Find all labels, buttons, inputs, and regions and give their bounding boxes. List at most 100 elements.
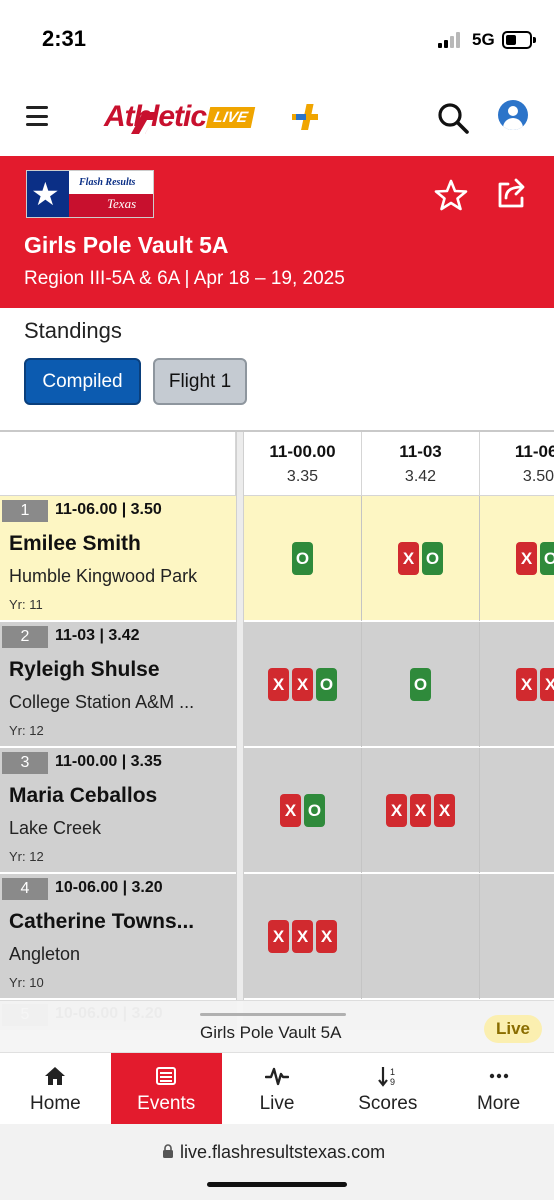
athlete-row[interactable]: 2 11-03 | 3.42 Ryleigh Shulse College Stati… (0, 622, 554, 747)
athlete-row[interactable]: 1 11-06.00 | 3.50 Emilee Smith Humble Kingw… (0, 496, 554, 621)
nav-events[interactable]: Events (110, 1053, 222, 1124)
clear-mark: O (304, 794, 325, 827)
logo-line2: Texas (107, 196, 137, 211)
miss-mark: X (434, 794, 455, 827)
nav-live[interactable]: Live (222, 1053, 333, 1124)
browser-url-bar[interactable]: live.flashresultstexas.com (0, 1124, 554, 1200)
nav-more[interactable]: More (443, 1053, 554, 1124)
now-playing-event: Girls Pole Vault 5A (200, 1023, 342, 1042)
meet-banner: ★ Flash Results Texas Girls Pole Vault 5… (0, 156, 554, 308)
battery-icon (502, 31, 536, 49)
height-metric: 3.42 (404, 468, 437, 485)
logo-live: LIVE (205, 106, 256, 128)
plus-icon[interactable] (290, 102, 320, 132)
attempt-cell: XO (244, 748, 362, 873)
athlete-team: College Station A&M ... (9, 692, 195, 712)
height-column-header: 11-06. 3.50 (480, 432, 554, 496)
athlete-info[interactable]: 2 11-03 | 3.42 Ryleigh Shulse College Stati… (0, 622, 236, 747)
logo-swoosh-icon (131, 112, 157, 134)
search-icon[interactable] (437, 102, 469, 134)
miss-mark: X (540, 668, 554, 701)
height-imperial: 11-03 (399, 442, 442, 461)
athlete-info[interactable]: 3 11-00.00 | 3.35 Maria Ceballos Lake Creek… (0, 748, 236, 873)
now-playing-bar[interactable]: Girls Pole Vault 5A Live (0, 1000, 554, 1052)
favorite-star-icon[interactable] (434, 178, 468, 212)
pulse-icon (264, 1067, 289, 1086)
place-badge: 4 (2, 878, 48, 900)
place-badge: 1 (2, 500, 48, 522)
clear-mark: O (422, 542, 443, 575)
athlete-year: Yr: 12 (9, 849, 44, 864)
miss-mark: X (410, 794, 431, 827)
height-metric: 3.35 (286, 468, 319, 485)
url-text: live.flashresultstexas.com (180, 1142, 386, 1162)
grid-corner (0, 432, 236, 496)
home-indicator (207, 1182, 347, 1187)
athletic-live-logo[interactable]: Athletic LIVE (74, 100, 256, 134)
tab-flight-1[interactable]: Flight 1 (153, 358, 247, 405)
athlete-year: Yr: 11 (9, 597, 43, 612)
athlete-team: Lake Creek (9, 818, 102, 838)
nav-label: Home (30, 1093, 81, 1114)
event-title: Girls Pole Vault 5A (24, 232, 229, 258)
tab-compiled[interactable]: Compiled (24, 358, 141, 405)
miss-mark: X (280, 794, 301, 827)
athlete-info[interactable]: 4 10-06.00 | 3.20 Catherine Towns... Anglet… (0, 874, 236, 999)
height-column-header: 11-00.00 3.35 (244, 432, 362, 496)
miss-mark: X (268, 920, 289, 953)
athlete-year: Yr: 10 (9, 975, 44, 990)
miss-mark: X (516, 668, 537, 701)
athlete-name: Maria Ceballos (9, 784, 158, 807)
status-bar: 2:31 5G (0, 0, 554, 80)
height-imperial: 11-00.00 (269, 442, 336, 461)
miss-mark: X (516, 542, 537, 575)
account-avatar-icon[interactable] (498, 100, 528, 130)
status-time: 2:31 (42, 26, 87, 51)
clear-mark: O (540, 542, 554, 575)
home-icon (45, 1067, 66, 1085)
athlete-row[interactable]: 3 11-00.00 | 3.35 Maria Ceballos Lake Creek… (0, 748, 554, 873)
best-mark: 11-06.00 | 3.50 (55, 501, 162, 518)
attempt-cell: O (244, 496, 362, 621)
attempt-cell: XX (480, 622, 554, 747)
clear-mark: O (316, 668, 337, 701)
miss-mark: X (316, 920, 337, 953)
drag-handle[interactable] (200, 1013, 346, 1016)
attempt-cell: XO (362, 496, 480, 621)
network-type: 5G (472, 30, 495, 49)
live-badge: Live (484, 1015, 542, 1043)
nav-label: Live (259, 1093, 295, 1114)
nav-label: Events (137, 1093, 196, 1114)
clear-mark: O (292, 542, 313, 575)
best-mark: 10-06.00 | 3.20 (55, 879, 163, 896)
nav-label: More (476, 1093, 521, 1114)
nav-label: Scores (358, 1093, 418, 1114)
lock-icon (163, 1144, 173, 1158)
athlete-row[interactable]: 4 10-06.00 | 3.20 Catherine Towns... Anglet… (0, 874, 554, 999)
sort-icon: 1 9 (377, 1067, 395, 1087)
app-header: Athletic LIVE (0, 80, 554, 156)
best-mark: 11-03 | 3.42 (55, 627, 140, 644)
more-icon (489, 1073, 508, 1079)
miss-mark: X (268, 668, 289, 701)
athlete-info[interactable]: 1 11-06.00 | 3.50 Emilee Smith Humble Kingw… (0, 496, 236, 621)
meet-subtitle: Region III-5A & 6A | Apr 18 – 19, 2025 (24, 268, 345, 289)
standings-heading: Standings (24, 318, 122, 343)
attempt-cell: O (362, 622, 480, 747)
svg-text:1: 1 (390, 1067, 395, 1077)
results-grid[interactable]: 11-00.00 3.35 11-03 3.42 11-06. 3.50 1 11-06.00… (0, 430, 554, 1030)
miss-mark: X (398, 542, 419, 575)
athlete-name: Emilee Smith (9, 532, 141, 555)
frozen-column-divider (236, 432, 244, 1030)
miss-mark: X (292, 920, 313, 953)
attempt-cell (480, 748, 554, 873)
nav-home[interactable]: Home (0, 1053, 111, 1124)
attempt-cell: XXO (244, 622, 362, 747)
share-icon[interactable] (494, 176, 528, 210)
nav-scores[interactable]: 1 9 Scores (332, 1053, 443, 1124)
miss-mark: X (386, 794, 407, 827)
attempt-cell: XXX (362, 748, 480, 873)
attempt-cell (480, 874, 554, 999)
menu-icon[interactable] (26, 106, 48, 126)
logo-line1: Flash Results (79, 177, 136, 188)
